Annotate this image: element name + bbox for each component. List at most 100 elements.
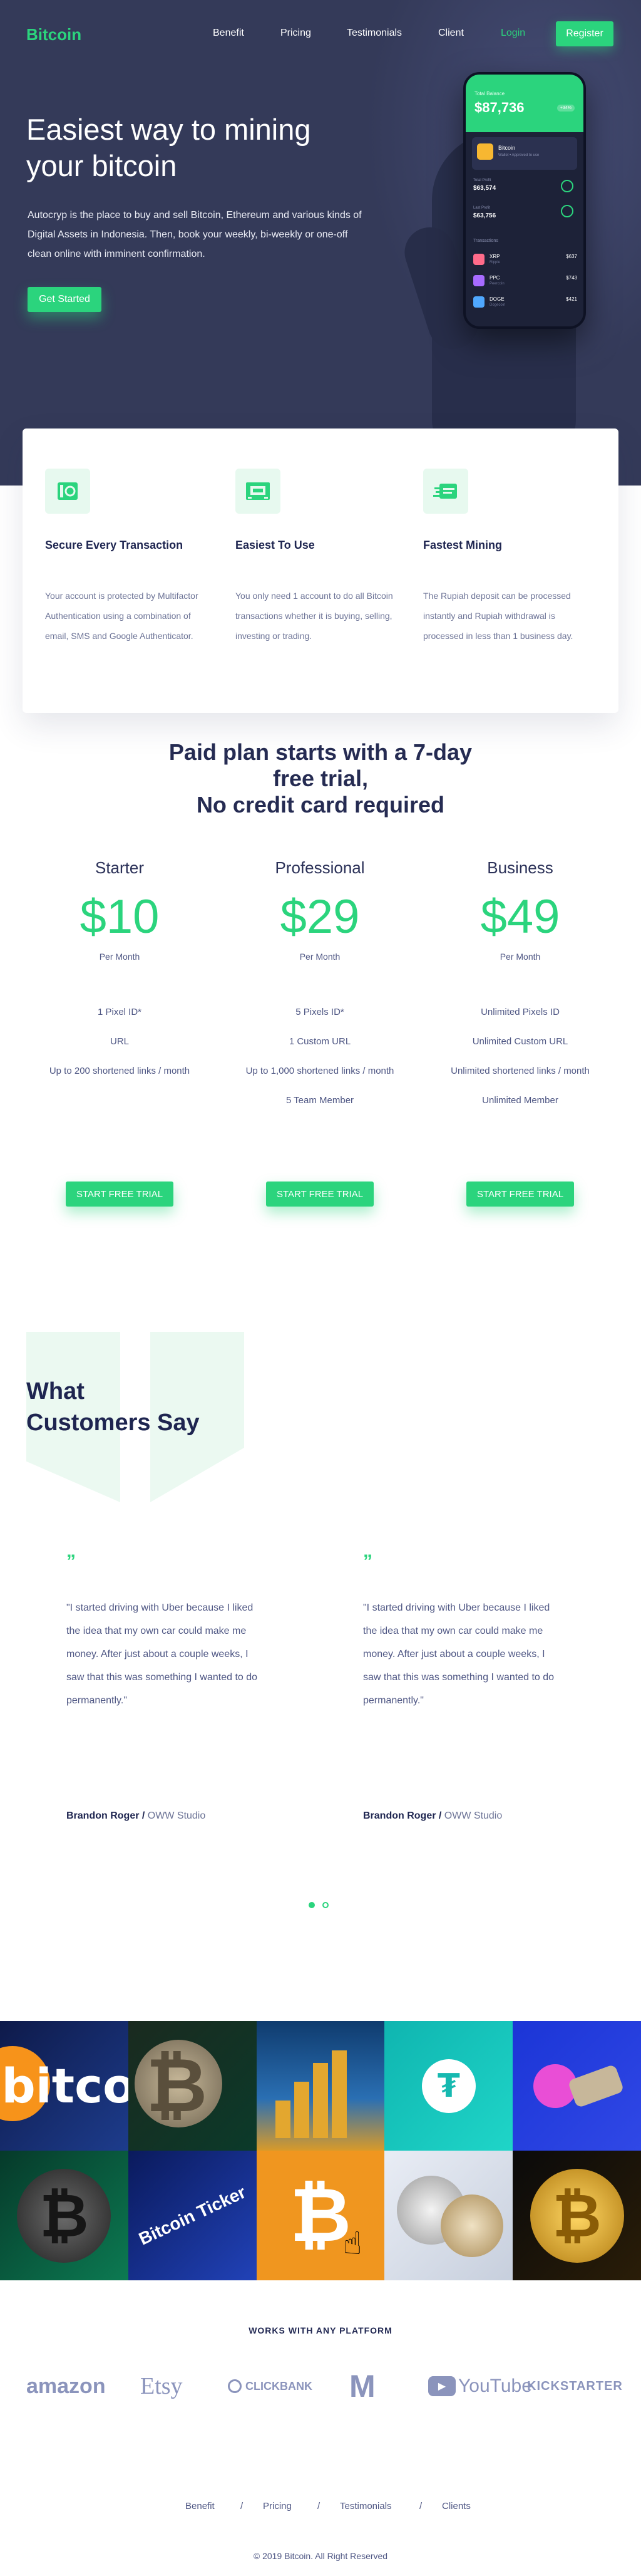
clickbank-icon	[228, 2379, 242, 2393]
brand-amazon[interactable]: amazon	[26, 2371, 106, 2402]
brand-kickstarter[interactable]: KICKSTARTER	[527, 2371, 623, 2402]
phone-balance-label: Total Balance	[474, 91, 505, 96]
bitcoin-symbol-icon: ₿	[39, 2180, 89, 2251]
plan-feature: Up to 1,000 shortened links / month	[245, 1066, 394, 1076]
row-sub: Dogecoin	[490, 303, 506, 307]
doge-icon	[473, 296, 485, 308]
bitcoin-gallery: bitcoi ₿ ₮ ₿ Bitcoin Ticker ₿ ☝ ₿	[0, 2021, 641, 2280]
gallery-tile-text: bitcoi	[1, 2058, 128, 2114]
gallery-image-silver-coins	[384, 2151, 513, 2280]
row-sub: Peercoin	[490, 282, 505, 286]
feature-fast: Fastest Mining The Rupiah deposit can be…	[423, 469, 586, 646]
row-name: DOGE	[490, 296, 505, 302]
footer-link-testimonials[interactable]: Testimonials	[340, 2501, 392, 2511]
phone-stat2-label: Last Profit	[473, 206, 491, 210]
plan-feature: URL	[110, 1036, 129, 1047]
row-value: $743	[566, 275, 577, 281]
phone-transaction-row: PPC Peercoin $743	[473, 273, 577, 290]
plan-starter: Starter $10 Per Month 1 Pixel ID* URL Up…	[26, 858, 213, 1095]
plan-price: $10	[79, 890, 160, 943]
plan-price: $29	[280, 890, 360, 943]
plan-feature: Unlimited Custom URL	[472, 1036, 568, 1047]
plan-features: 5 Pixels ID* 1 Custom URL Up to 1,000 sh…	[226, 1007, 414, 1124]
plan-feature: 1 Custom URL	[289, 1036, 351, 1047]
fast-card-icon	[423, 469, 468, 514]
footer-link-pricing[interactable]: Pricing	[263, 2501, 292, 2511]
gallery-image-coin-stacks	[256, 2021, 385, 2151]
phone-card-title: Bitcoin	[498, 145, 516, 151]
hero-title: Easiest way to mining your bitcoin	[26, 112, 377, 184]
feature-description: You only need 1 account to do all Bitcoi…	[235, 591, 393, 641]
gallery-image-coin-matrix: ₿	[128, 2021, 257, 2151]
plan-feature: Up to 200 shortened links / month	[49, 1066, 190, 1076]
nav-benefit[interactable]: Benefit	[213, 28, 244, 39]
get-started-button[interactable]: Get Started	[28, 287, 101, 312]
footer-separator: /	[317, 2501, 320, 2511]
plan-professional: Professional $29 Per Month 5 Pixels ID* …	[226, 858, 414, 1124]
start-trial-button-professional[interactable]: START FREE TRIAL	[266, 1182, 374, 1207]
pricing-heading-line2: free trial,	[272, 766, 369, 791]
row-name: PPC	[490, 275, 500, 281]
row-name: XRP	[490, 254, 500, 259]
gallery-image-bitcoin-text: bitcoi	[0, 2021, 128, 2151]
footer-separator: /	[240, 2501, 244, 2511]
pricing-heading-line3: No credit card required	[196, 792, 445, 818]
brand-clickbank-label: CLICKBANK	[245, 2379, 312, 2392]
plan-name: Professional	[275, 858, 365, 877]
brand-medium[interactable]: M	[349, 2369, 376, 2404]
carousel-dot-active[interactable]	[309, 1902, 315, 1908]
register-button[interactable]: Register	[556, 21, 613, 46]
logo[interactable]: Bitcoin	[26, 25, 81, 44]
start-trial-button-business[interactable]: START FREE TRIAL	[466, 1182, 574, 1207]
phone-wallet-card: Bitcoin Wallet • Approved to use	[472, 137, 577, 170]
start-trial-button-starter[interactable]: START FREE TRIAL	[66, 1182, 173, 1207]
phone-stat2-value: $63,756	[473, 212, 496, 219]
footer-link-clients[interactable]: Clients	[442, 2501, 471, 2511]
cursor-hand-icon: ☝	[342, 2226, 362, 2261]
nav-client[interactable]: Client	[438, 28, 464, 39]
footer-separator: /	[419, 2501, 423, 2511]
platforms-heading: WORKS WITH ANY PLATFORM	[249, 2325, 392, 2335]
bitcoin-symbol-icon: ₿	[290, 2172, 351, 2259]
feature-title: Fastest Mining	[423, 539, 503, 551]
brand-youtube[interactable]: ▶ YouTube	[428, 2371, 532, 2402]
testimonials-heading: What Customers Say	[26, 1376, 200, 1438]
row-value: $637	[566, 254, 577, 259]
gallery-image-tether: ₮	[384, 2021, 513, 2151]
brand-etsy[interactable]: Etsy	[140, 2371, 183, 2402]
testimonial-text: "I started driving with Uber because I l…	[363, 1602, 555, 1706]
testimonial-card: ” "I started driving with Uber because I…	[363, 1552, 557, 1712]
xrp-icon	[473, 254, 485, 265]
author-company: OWW Studio	[147, 1810, 206, 1821]
gallery-image-keys	[513, 2021, 641, 2151]
plan-feature: 5 Team Member	[285, 1095, 354, 1106]
feature-easy: Easiest To Use You only need 1 account t…	[235, 469, 398, 646]
feature-title: Easiest To Use	[235, 539, 315, 551]
coin-icon	[477, 143, 493, 160]
bitcoin-symbol-icon: ₿	[146, 2042, 208, 2129]
bitcoin-card-icon	[45, 469, 90, 514]
testimonial-card: ” "I started driving with Uber because I…	[66, 1552, 260, 1712]
phone-change-badge: +34%	[556, 105, 575, 112]
gallery-image-ticker: Bitcoin Ticker	[128, 2151, 257, 2280]
plan-feature: Unlimited Member	[482, 1095, 558, 1106]
row-sub: Ripple	[490, 261, 501, 264]
gallery-image-gold-coin: ₿	[513, 2151, 641, 2280]
testimonial-text: "I started driving with Uber because I l…	[66, 1602, 258, 1706]
brand-youtube-label: YouTube	[458, 2376, 532, 2396]
nav-login[interactable]: Login	[501, 28, 525, 39]
quote-icon: ”	[363, 1551, 372, 1572]
nav-testimonials[interactable]: Testimonials	[347, 28, 402, 39]
plan-feature: Unlimited shortened links / month	[451, 1066, 590, 1076]
plan-business: Business $49 Per Month Unlimited Pixels …	[426, 858, 614, 1124]
plan-features: 1 Pixel ID* URL Up to 200 shortened link…	[26, 1007, 213, 1095]
testimonial-author: Brandon Roger / OWW Studio	[363, 1810, 502, 1822]
carousel-dot[interactable]	[322, 1902, 329, 1908]
gallery-tile-text: Bitcoin Ticker	[135, 2181, 249, 2249]
nav-pricing[interactable]: Pricing	[280, 28, 311, 39]
brand-clickbank[interactable]: CLICKBANK	[228, 2371, 312, 2402]
testimonials-heading-line2: Customers Say	[26, 1410, 200, 1436]
gallery-image-bitcoin-click: ₿ ☝	[256, 2151, 385, 2280]
phone-header: Total Balance $87,736 +34%	[466, 75, 583, 132]
footer-link-benefit[interactable]: Benefit	[185, 2501, 215, 2511]
